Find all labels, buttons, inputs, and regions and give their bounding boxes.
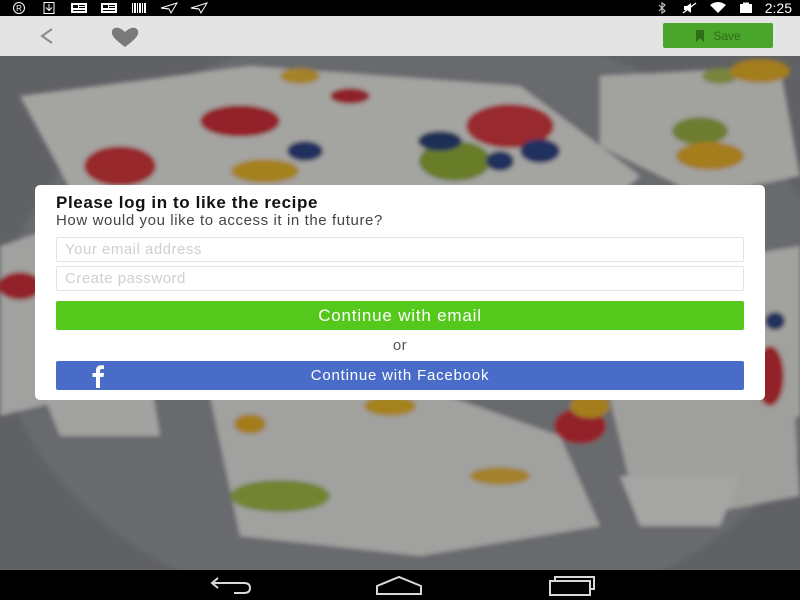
news-icon-2: [101, 3, 117, 13]
send-icon-2: [190, 2, 208, 14]
continue-with-email-label: Continue with email: [318, 305, 482, 325]
svg-text:R: R: [16, 4, 22, 13]
clock: 2:25: [764, 0, 792, 16]
status-bar-system: 2:25: [653, 0, 792, 16]
continue-with-facebook-button[interactable]: Continue with Facebook: [56, 361, 744, 390]
r-circle-icon: R: [13, 2, 25, 14]
login-dialog: Please log in to like the recipe How wou…: [35, 185, 765, 400]
send-icon: [160, 2, 178, 14]
dialog-subtitle: How would you like to access it in the f…: [56, 212, 383, 229]
or-separator: or: [392, 337, 408, 354]
facebook-icon: [92, 365, 104, 388]
email-input[interactable]: [56, 237, 744, 262]
news-icon: [71, 3, 87, 13]
back-nav-icon[interactable]: [204, 573, 254, 597]
wifi-icon: [709, 2, 726, 13]
save-button[interactable]: Save: [663, 23, 773, 48]
app-bar: Save: [0, 16, 800, 56]
dialog-title: Please log in to like the recipe: [56, 193, 319, 212]
barcode-icon: [132, 3, 146, 13]
battery-icon: [739, 2, 752, 13]
download-icon: [43, 2, 55, 14]
continue-with-email-button[interactable]: Continue with email: [56, 301, 744, 330]
navigation-bar: [0, 570, 800, 600]
continue-with-facebook-label: Continue with Facebook: [310, 367, 490, 384]
save-button-label: Save: [713, 28, 741, 43]
bluetooth-icon: [658, 2, 666, 14]
bookmark-icon: [696, 29, 705, 42]
password-input[interactable]: [56, 266, 744, 291]
heart-icon[interactable]: [108, 24, 142, 50]
home-nav-icon[interactable]: [374, 573, 424, 597]
status-bar-notifications: R: [10, 0, 208, 16]
status-bar: R 2:25: [0, 0, 800, 16]
mute-icon: [682, 2, 697, 14]
chevron-left-icon[interactable]: [34, 24, 62, 48]
recents-nav-icon[interactable]: [547, 573, 597, 597]
